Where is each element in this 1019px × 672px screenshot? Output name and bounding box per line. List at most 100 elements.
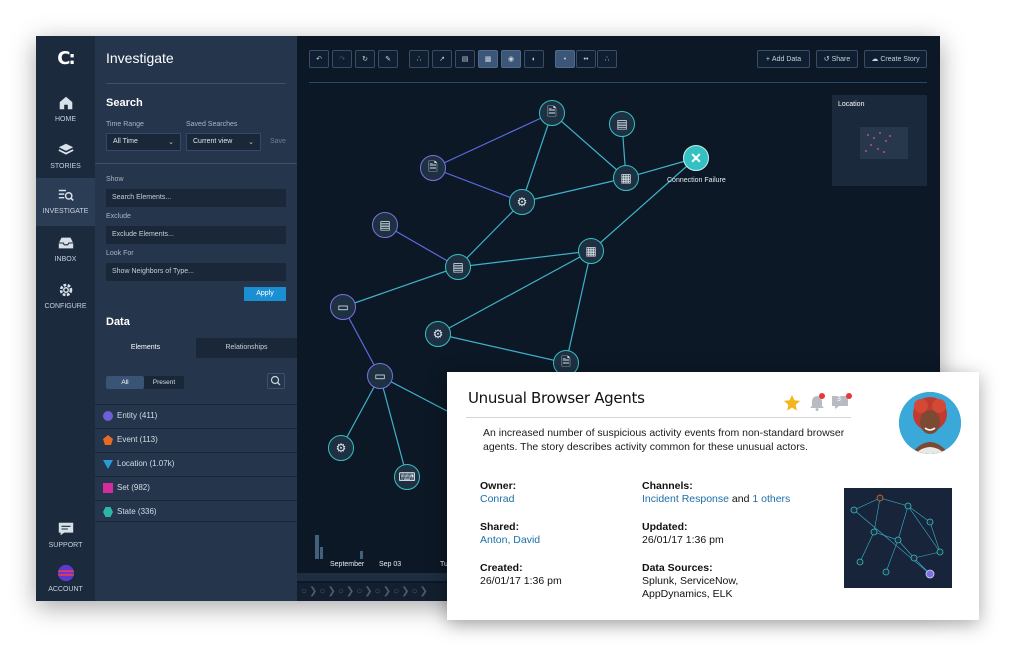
saved-searches-value: Current view	[193, 138, 233, 145]
list-item[interactable]: Event (113)	[95, 428, 297, 450]
star-icon[interactable]	[783, 394, 801, 412]
apply-button[interactable]: Apply	[244, 287, 286, 301]
nav-investigate[interactable]: INVESTIGATE	[36, 178, 95, 226]
timeline-date: September	[330, 561, 365, 568]
time-range-label: Time Range	[106, 121, 144, 128]
channel-conjunction: and	[728, 493, 753, 505]
row-label: Location (1.07k)	[117, 459, 175, 468]
comment-indicator[interactable]: 3	[831, 392, 853, 412]
tab-elements[interactable]: Elements	[95, 338, 196, 358]
keyboard-node[interactable]: ⌨	[394, 464, 420, 490]
nav-account-label: ACCOUNT	[48, 586, 83, 593]
time-range-select[interactable]: All Time ⌄	[106, 133, 181, 151]
chevron-down-icon: ⌄	[248, 139, 254, 146]
saved-searches-select[interactable]: Current view ⌄	[186, 133, 261, 151]
nav-inbox-label: INBOX	[54, 256, 77, 263]
connection-failure-node[interactable]: ✕	[683, 145, 709, 171]
list-item[interactable]: Entity (411)	[95, 404, 297, 426]
search-icon	[270, 375, 281, 386]
nav-support[interactable]: SUPPORT	[36, 512, 95, 556]
process-node[interactable]: ⚙	[425, 321, 451, 347]
server-icon: ▤	[616, 117, 628, 131]
connection-failure-label: Connection Failure	[667, 177, 726, 184]
file-node[interactable]: 🗎	[420, 155, 446, 181]
channel-link[interactable]: Incident Response	[642, 493, 729, 505]
nav-account[interactable]: ACCOUNT	[36, 556, 95, 600]
row-label: Set (982)	[117, 483, 150, 492]
owner-link[interactable]: Conrad	[480, 493, 514, 506]
list-item[interactable]: Location (1.07k)	[95, 452, 297, 474]
process-node[interactable]: ⚙	[509, 189, 535, 215]
chat-icon	[832, 393, 852, 409]
divider	[95, 163, 297, 164]
channel-others-link[interactable]: 1 others	[752, 493, 790, 505]
inbox-icon	[58, 237, 73, 249]
file-icon: 🗎	[547, 104, 557, 119]
investigate-icon	[58, 189, 74, 201]
bell-icon[interactable]	[807, 392, 827, 412]
account-icon	[57, 564, 74, 582]
show-label: Show	[106, 176, 124, 183]
file-icon: 🗎	[561, 354, 571, 369]
channels-label: Channels:	[642, 480, 693, 492]
show-elements-input[interactable]: Search Elements...	[106, 189, 286, 207]
tab-relationships[interactable]: Relationships	[196, 338, 297, 358]
avatar	[899, 392, 961, 454]
list-item[interactable]: State (336)	[95, 500, 297, 522]
server-node[interactable]: ▤	[372, 212, 398, 238]
chat-icon	[58, 522, 73, 536]
nav-stories[interactable]: STORIES	[36, 133, 95, 177]
location-minimap[interactable]: Location	[832, 95, 927, 186]
process-node[interactable]: ⚙	[328, 435, 354, 461]
time-range-value: All Time	[113, 138, 138, 145]
minimap-map	[860, 127, 908, 159]
row-label: Entity (411)	[117, 411, 158, 420]
title-divider	[466, 417, 851, 418]
nav-configure[interactable]: CONFIGURE	[36, 273, 95, 317]
filter-present[interactable]: Present	[144, 376, 184, 389]
row-label: State (336)	[117, 507, 157, 516]
brand-logo[interactable]: C:	[36, 36, 95, 80]
updated-label: Updated:	[642, 521, 688, 533]
created-value: 26/01/17 1:36 pm	[480, 575, 562, 587]
storage-node[interactable]: ▦	[613, 165, 639, 191]
gear-icon: ⚙	[516, 195, 528, 209]
nav-inbox[interactable]: INBOX	[36, 226, 95, 270]
filter-all[interactable]: All	[106, 376, 144, 389]
monitor-node[interactable]: ▭	[367, 363, 393, 389]
storage-icon: ▦	[585, 244, 597, 258]
server-node[interactable]: ▤	[609, 111, 635, 137]
server-icon: ▤	[452, 260, 464, 274]
chevron-down-icon: ⌄	[168, 139, 174, 146]
set-icon	[103, 483, 113, 493]
file-node[interactable]: 🗎	[539, 100, 565, 126]
story-card[interactable]: Unusual Browser Agents 3 An increased nu…	[447, 372, 979, 620]
storage-node[interactable]: ▦	[578, 238, 604, 264]
search-button[interactable]	[267, 373, 285, 389]
data-tabs: Elements Relationships	[95, 338, 297, 358]
keyboard-icon: ⌨	[398, 470, 416, 484]
list-item[interactable]: Set (982)	[95, 476, 297, 498]
gear-icon: ⚙	[335, 441, 347, 455]
nav-home-label: HOME	[55, 116, 76, 123]
look-for-input[interactable]: Show Neighbors of Type...	[106, 263, 286, 281]
entity-icon	[103, 411, 113, 421]
home-icon	[59, 96, 72, 110]
gear-icon	[59, 283, 72, 297]
graph-thumbnail[interactable]	[844, 488, 952, 588]
exclude-label: Exclude	[106, 213, 131, 220]
mini-graph	[850, 494, 944, 579]
channels-value: Incident Response and 1 others	[642, 493, 790, 506]
state-icon	[103, 507, 113, 517]
save-search-button[interactable]: Save	[270, 138, 286, 145]
story-title: Unusual Browser Agents	[468, 389, 645, 407]
monitor-node[interactable]: ▭	[330, 294, 356, 320]
server-node[interactable]: ▤	[445, 254, 471, 280]
nav-home[interactable]: HOME	[36, 86, 95, 130]
sources-label: Data Sources:	[642, 562, 713, 574]
exclude-elements-input[interactable]: Exclude Elements...	[106, 226, 286, 244]
monitor-icon: ▭	[374, 369, 386, 383]
look-for-label: Look For	[106, 250, 134, 257]
timeline-bar	[360, 551, 363, 559]
shared-link[interactable]: Anton, David	[480, 534, 540, 547]
